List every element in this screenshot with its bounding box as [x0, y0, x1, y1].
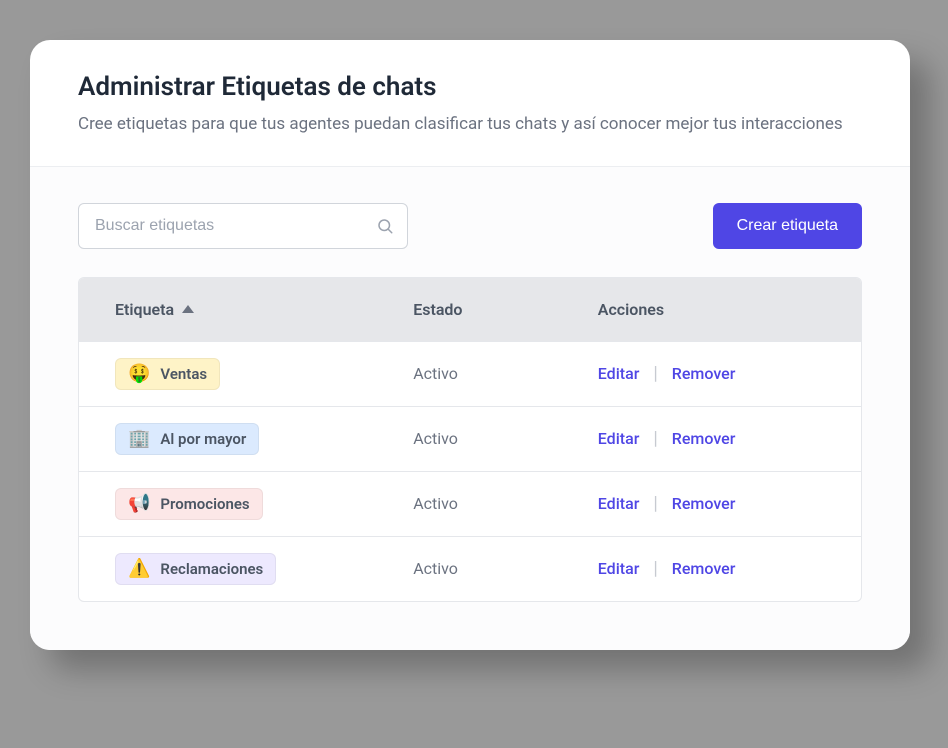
tag-emoji-icon: 🏢	[128, 430, 150, 448]
cell-status: Activo	[413, 494, 598, 513]
tag-chip: 🤑 Ventas	[115, 358, 220, 390]
tag-chip: 🏢 Al por mayor	[115, 423, 259, 455]
create-tag-button[interactable]: Crear etiqueta	[713, 203, 862, 249]
cell-actions: Editar | Remover	[598, 493, 825, 514]
column-header-status: Estado	[413, 300, 598, 319]
action-separator: |	[653, 493, 657, 514]
column-header-label-text: Etiqueta	[115, 300, 174, 319]
table-row: 🤑 Ventas ActivoEditar | Remover	[79, 341, 861, 406]
tags-table: Etiqueta Estado Acciones 🤑VentasActivoEd…	[78, 277, 862, 602]
cell-actions: Editar | Remover	[598, 558, 825, 579]
table-row: 📢 Promociones ActivoEditar | Remover	[79, 471, 861, 536]
cell-label: 📢 Promociones	[115, 488, 413, 520]
table-body: 🤑VentasActivoEditar|Remover🏢Al por mayor…	[79, 341, 861, 601]
cell-status: Activo	[413, 559, 598, 578]
card-content: Crear etiqueta Etiqueta Estado Acciones …	[30, 167, 910, 650]
cell-status: Activo	[413, 364, 598, 383]
edit-link[interactable]: Editar	[598, 559, 640, 578]
action-separator: |	[653, 428, 657, 449]
table-header: Etiqueta Estado Acciones	[79, 278, 861, 341]
search-wrap	[78, 203, 408, 249]
table-row: ⚠️ Reclamaciones ActivoEditar | Remover	[79, 536, 861, 601]
column-header-label[interactable]: Etiqueta	[115, 300, 413, 319]
cell-actions: Editar | Remover	[598, 428, 825, 449]
cell-actions: Editar | Remover	[598, 363, 825, 384]
cell-label: 🏢 Al por mayor	[115, 423, 413, 455]
remove-link[interactable]: Remover	[672, 364, 736, 383]
card-header: Administrar Etiquetas de chats Cree etiq…	[30, 40, 910, 167]
cell-label: ⚠️ Reclamaciones	[115, 553, 413, 585]
tag-emoji-icon: ⚠️	[128, 560, 150, 578]
tag-chip: 📢 Promociones	[115, 488, 263, 520]
tag-emoji-icon: 🤑	[128, 365, 150, 383]
edit-link[interactable]: Editar	[598, 494, 640, 513]
toolbar: Crear etiqueta	[78, 203, 862, 249]
remove-link[interactable]: Remover	[672, 559, 736, 578]
edit-link[interactable]: Editar	[598, 429, 640, 448]
tag-name: Ventas	[160, 365, 207, 383]
tag-name: Reclamaciones	[160, 560, 263, 578]
tag-name: Promociones	[160, 495, 249, 513]
action-separator: |	[653, 363, 657, 384]
cell-status: Activo	[413, 429, 598, 448]
remove-link[interactable]: Remover	[672, 494, 736, 513]
column-header-actions: Acciones	[598, 300, 825, 319]
tag-emoji-icon: 📢	[128, 495, 150, 513]
search-input[interactable]	[78, 203, 408, 249]
edit-link[interactable]: Editar	[598, 364, 640, 383]
sort-asc-icon	[182, 305, 194, 313]
action-separator: |	[653, 558, 657, 579]
tag-name: Al por mayor	[160, 430, 246, 448]
tag-chip: ⚠️ Reclamaciones	[115, 553, 276, 585]
table-row: 🏢 Al por mayor ActivoEditar | Remover	[79, 406, 861, 471]
page-subtitle: Cree etiquetas para que tus agentes pued…	[78, 112, 862, 138]
cell-label: 🤑 Ventas	[115, 358, 413, 390]
page-title: Administrar Etiquetas de chats	[78, 72, 862, 102]
remove-link[interactable]: Remover	[672, 429, 736, 448]
settings-card: Administrar Etiquetas de chats Cree etiq…	[30, 40, 910, 650]
